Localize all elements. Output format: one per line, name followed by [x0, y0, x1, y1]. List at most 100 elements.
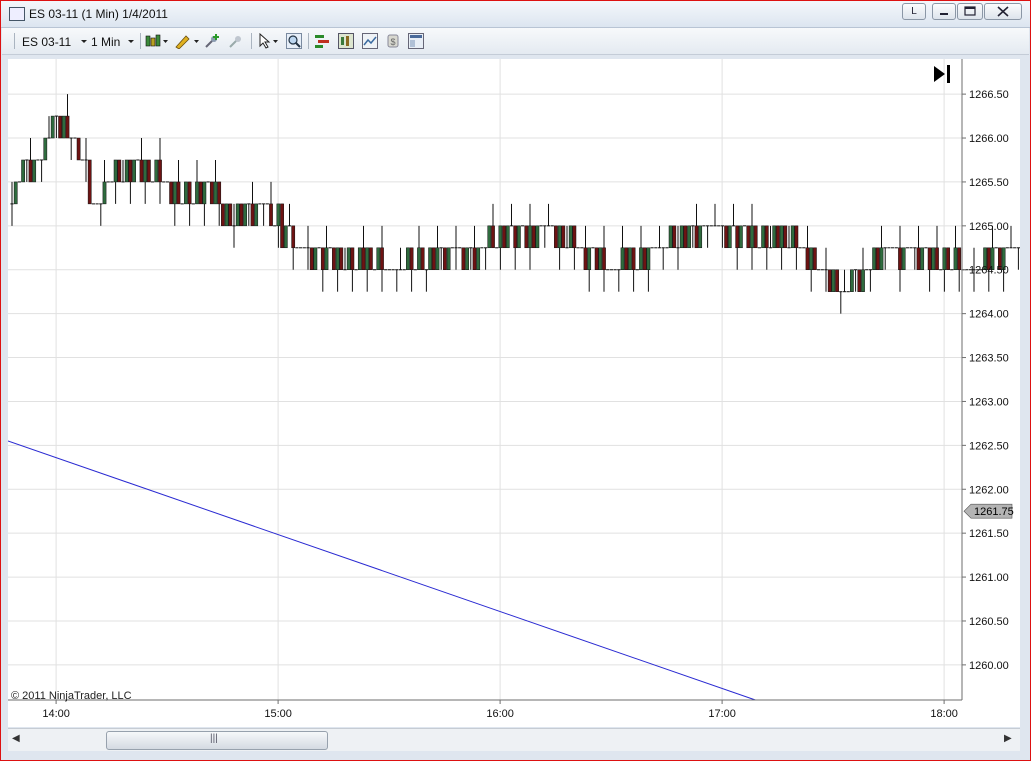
candle-down [764, 225, 769, 249]
maximize-button[interactable] [957, 3, 983, 20]
drawing-tool-icon[interactable] [174, 33, 200, 49]
scrollbar-thumb[interactable]: ||| [106, 731, 328, 750]
bar-style-icon[interactable] [145, 33, 169, 49]
y-tick-label: 1265.50 [969, 177, 1009, 189]
candle-up [850, 269, 854, 292]
candle-up [942, 247, 947, 270]
candle-down [827, 269, 832, 292]
candle-down [269, 203, 273, 227]
chart-app-icon [9, 7, 25, 21]
candle-down [724, 225, 728, 249]
price-chart[interactable]: 14:00 15:00 16:00 17:00 18:00 1266.50 1266.00… [8, 59, 1020, 727]
candle-down [332, 247, 336, 270]
last-price-marker: 1261.75 [963, 503, 1014, 519]
candle-up [772, 225, 777, 249]
panel-icon[interactable] [408, 33, 424, 49]
interval-selector[interactable]: 1 Min [91, 32, 136, 50]
scroll-left-icon[interactable]: ◀ [12, 733, 20, 744]
chart-properties-icon[interactable] [338, 33, 354, 49]
toolbar-separator [140, 33, 141, 49]
chevron-down-icon [127, 40, 134, 43]
candle-down [813, 247, 817, 270]
candle-up [505, 225, 510, 249]
add-indicator-icon[interactable] [204, 33, 220, 49]
candle-up [324, 247, 329, 270]
scroll-right-icon[interactable]: ▶ [1004, 733, 1012, 744]
candle-down [491, 225, 495, 249]
title-bar[interactable]: ES 03-11 (1 Min) 1/4/2011 L [1, 1, 1030, 28]
y-tick-label: 1262.00 [969, 484, 1009, 496]
candle-down [502, 225, 506, 249]
candle-down [594, 247, 599, 270]
close-icon [997, 6, 1009, 17]
strategies-icon[interactable] [314, 33, 330, 49]
candle-up [172, 181, 177, 205]
pointer-icon[interactable] [257, 33, 281, 49]
instrument-selector[interactable]: ES 03-11 [22, 32, 89, 50]
candle-up [620, 247, 625, 270]
last-price-label: 1261.75 [974, 506, 1014, 518]
candle-down [524, 225, 529, 249]
minimize-icon [940, 13, 948, 15]
candle-down [169, 181, 173, 205]
y-tick-label: 1260.00 [969, 660, 1009, 672]
candle-down [746, 225, 751, 249]
candle-down [128, 159, 133, 183]
candle-up [679, 225, 684, 249]
candle-up [879, 247, 884, 270]
candle-down [209, 181, 214, 205]
zoom-icon[interactable] [286, 33, 302, 49]
candle-down [735, 225, 740, 249]
candle-down [776, 225, 780, 249]
candle-down [320, 247, 325, 270]
candle-down [380, 247, 384, 270]
candle-down [753, 225, 758, 249]
candle-up [861, 269, 865, 292]
interval-label: 1 Min [91, 35, 121, 49]
y-tick-label: 1262.50 [969, 440, 1009, 452]
candle-up [646, 247, 651, 270]
candle-up [920, 247, 925, 270]
close-button[interactable] [984, 3, 1022, 20]
candle-up [50, 115, 55, 139]
x-tick-label: 14:00 [42, 708, 70, 720]
layout-button[interactable]: L [902, 3, 926, 20]
candle-up [406, 247, 410, 270]
candle-down [187, 181, 192, 205]
y-tick-label: 1264.50 [969, 265, 1009, 277]
scroll-end-bar [947, 65, 950, 83]
candle-up [750, 225, 754, 249]
candle-down [531, 225, 536, 249]
candle-down [431, 247, 436, 270]
candle-up [901, 247, 906, 270]
candle-down [554, 225, 558, 249]
candle-up [568, 225, 573, 249]
y-tick-label: 1264.00 [969, 309, 1009, 321]
data-box-icon[interactable]: $ [385, 33, 401, 49]
y-tick-label: 1263.50 [969, 353, 1009, 365]
candle-up [628, 247, 632, 270]
minimize-button[interactable] [932, 3, 956, 20]
candle-up [224, 203, 229, 227]
candle-up [202, 181, 207, 205]
candle-down [513, 225, 518, 249]
candle-down [350, 247, 355, 270]
candle-down [228, 203, 233, 227]
candle-up [124, 159, 129, 183]
candle-up [739, 225, 743, 249]
remove-icon[interactable] [228, 33, 244, 49]
y-tick-label: 1263.00 [969, 396, 1009, 408]
candle-up [487, 225, 492, 249]
candle-up [13, 181, 18, 205]
candle-up [376, 247, 381, 270]
y-tick-label: 1260.50 [969, 616, 1009, 628]
candle-down [561, 225, 566, 249]
candle-down [280, 203, 284, 249]
toolbar-separator [308, 33, 309, 49]
candle-up [761, 225, 765, 249]
candle-up [790, 225, 795, 249]
horizontal-scrollbar[interactable]: ◀ ||| ▶ [8, 728, 1020, 751]
candle-down [694, 225, 699, 249]
chart-style-icon[interactable] [362, 33, 378, 49]
y-tick-label: 1266.00 [969, 133, 1009, 145]
